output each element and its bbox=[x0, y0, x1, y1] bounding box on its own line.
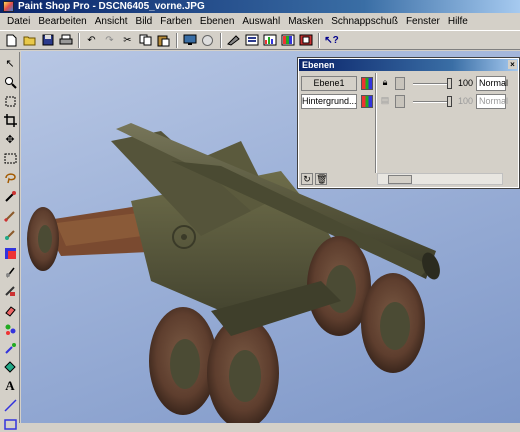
eraser-icon[interactable] bbox=[2, 302, 18, 318]
redo-icon[interactable]: ↷ bbox=[101, 32, 118, 48]
layers-horizontal-scrollbar[interactable] bbox=[377, 173, 503, 185]
layer-name-button[interactable]: Ebene1 bbox=[301, 76, 357, 91]
scrollbar-thumb[interactable] bbox=[388, 175, 412, 184]
arrow-icon[interactable]: ↖ bbox=[2, 55, 18, 71]
layers-palette-title[interactable]: Ebenen × bbox=[299, 59, 518, 71]
histogram-icon[interactable] bbox=[261, 32, 278, 48]
eyedropper-icon[interactable] bbox=[2, 188, 18, 204]
toolbar-separator bbox=[220, 32, 222, 48]
screen-icon[interactable] bbox=[181, 32, 198, 48]
airbrush-icon[interactable] bbox=[2, 340, 18, 356]
selection-icon[interactable] bbox=[2, 150, 18, 166]
overview-icon[interactable] bbox=[297, 32, 314, 48]
text-icon[interactable]: A bbox=[2, 378, 18, 394]
color-replacer-icon[interactable] bbox=[2, 245, 18, 261]
menu-masken[interactable]: Masken bbox=[284, 16, 327, 27]
layers-footer: ↻ 🗑︎ bbox=[301, 173, 516, 186]
line-icon[interactable] bbox=[2, 397, 18, 413]
crop-icon[interactable] bbox=[2, 112, 18, 128]
toolbar-separator bbox=[176, 32, 178, 48]
paintbrush-icon[interactable] bbox=[2, 207, 18, 223]
menu-auswahl[interactable]: Auswahl bbox=[238, 16, 284, 27]
layer-row-hintergrund[interactable]: Hintergrund... ▤ 100 Normal bbox=[301, 94, 516, 109]
browse-icon[interactable] bbox=[199, 32, 216, 48]
menu-ebenen[interactable]: Ebenen bbox=[196, 16, 238, 27]
title-bar: Paint Shop Pro - DSCN6405_vorne.JPG bbox=[0, 0, 520, 13]
print-icon[interactable] bbox=[57, 32, 74, 48]
window-title: Paint Shop Pro - DSCN6405_vorne.JPG bbox=[18, 1, 205, 12]
opacity-slider-thumb[interactable] bbox=[447, 78, 452, 89]
copy-icon[interactable] bbox=[137, 32, 154, 48]
picture-tube-icon[interactable] bbox=[2, 321, 18, 337]
flood-fill-icon[interactable] bbox=[2, 359, 18, 375]
blend-mode-select[interactable]: Normal bbox=[476, 76, 508, 91]
scratch-remover-icon[interactable] bbox=[2, 283, 18, 299]
layers-divider bbox=[375, 73, 377, 173]
layers-title-text: Ebenen bbox=[302, 60, 335, 70]
menu-bearbeiten[interactable]: Bearbeiten bbox=[34, 16, 90, 27]
tool-palette: ↖ ✥ A bbox=[0, 52, 20, 430]
undo-icon[interactable]: ↶ bbox=[83, 32, 100, 48]
layer-mask-toggle[interactable] bbox=[395, 77, 405, 90]
layer-visibility-icon[interactable] bbox=[361, 77, 373, 90]
blend-mode-select[interactable]: Normal bbox=[476, 94, 508, 109]
help-icon[interactable]: ↖? bbox=[323, 32, 340, 48]
new-layer-icon[interactable]: ↻ bbox=[301, 173, 313, 185]
menu-datei[interactable]: Datei bbox=[3, 16, 34, 27]
menu-bild[interactable]: Bild bbox=[132, 16, 157, 27]
shape-icon[interactable] bbox=[2, 416, 18, 432]
menu-farben[interactable]: Farben bbox=[156, 16, 196, 27]
toolbar-separator bbox=[78, 32, 80, 48]
deform-icon[interactable] bbox=[2, 93, 18, 109]
menu-fenster[interactable]: Fenster bbox=[402, 16, 444, 27]
freehand-icon[interactable] bbox=[2, 169, 18, 185]
tool-options-icon[interactable] bbox=[225, 32, 242, 48]
opacity-slider-track[interactable] bbox=[413, 83, 449, 85]
move-icon[interactable]: ✥ bbox=[2, 131, 18, 147]
lock-icon[interactable]: 🔒︎ bbox=[379, 77, 391, 90]
opacity-value: 100 bbox=[457, 96, 473, 106]
layer-name-button[interactable]: Hintergrund... bbox=[301, 94, 357, 109]
layer-mask-toggle[interactable] bbox=[395, 95, 405, 108]
new-icon[interactable] bbox=[3, 32, 20, 48]
layers-icon[interactable] bbox=[279, 32, 296, 48]
toolbar-separator bbox=[318, 32, 320, 48]
menu-hilfe[interactable]: Hilfe bbox=[444, 16, 472, 27]
opacity-value: 100 bbox=[457, 78, 473, 88]
menu-bar: Datei Bearbeiten Ansicht Bild Farben Ebe… bbox=[0, 13, 520, 29]
color-palette-icon[interactable] bbox=[243, 32, 260, 48]
close-icon[interactable]: × bbox=[508, 60, 517, 69]
delete-layer-icon[interactable]: 🗑︎ bbox=[315, 173, 327, 185]
save-icon[interactable] bbox=[39, 32, 56, 48]
cut-icon[interactable]: ✂ bbox=[119, 32, 136, 48]
layers-palette[interactable]: Ebenen × Ebene1 🔒︎ 100 Normal Hintergrun… bbox=[297, 57, 520, 189]
clone-icon[interactable] bbox=[2, 226, 18, 242]
opacity-slider-track[interactable] bbox=[413, 101, 449, 103]
zoom-icon[interactable] bbox=[2, 74, 18, 90]
layer-row-ebene1[interactable]: Ebene1 🔒︎ 100 Normal bbox=[301, 76, 516, 91]
opacity-slider-thumb[interactable] bbox=[447, 96, 452, 107]
open-icon[interactable] bbox=[21, 32, 38, 48]
menu-schnappschuss[interactable]: Schnappschuß bbox=[327, 16, 402, 27]
retouch-icon[interactable] bbox=[2, 264, 18, 280]
layer-visibility-icon[interactable] bbox=[361, 95, 373, 108]
app-icon bbox=[3, 1, 14, 12]
lock-icon[interactable]: ▤ bbox=[379, 95, 391, 108]
main-toolbar: ↶ ↷ ✂ ↖? bbox=[0, 30, 520, 50]
menu-ansicht[interactable]: Ansicht bbox=[91, 16, 132, 27]
paste-icon[interactable] bbox=[155, 32, 172, 48]
